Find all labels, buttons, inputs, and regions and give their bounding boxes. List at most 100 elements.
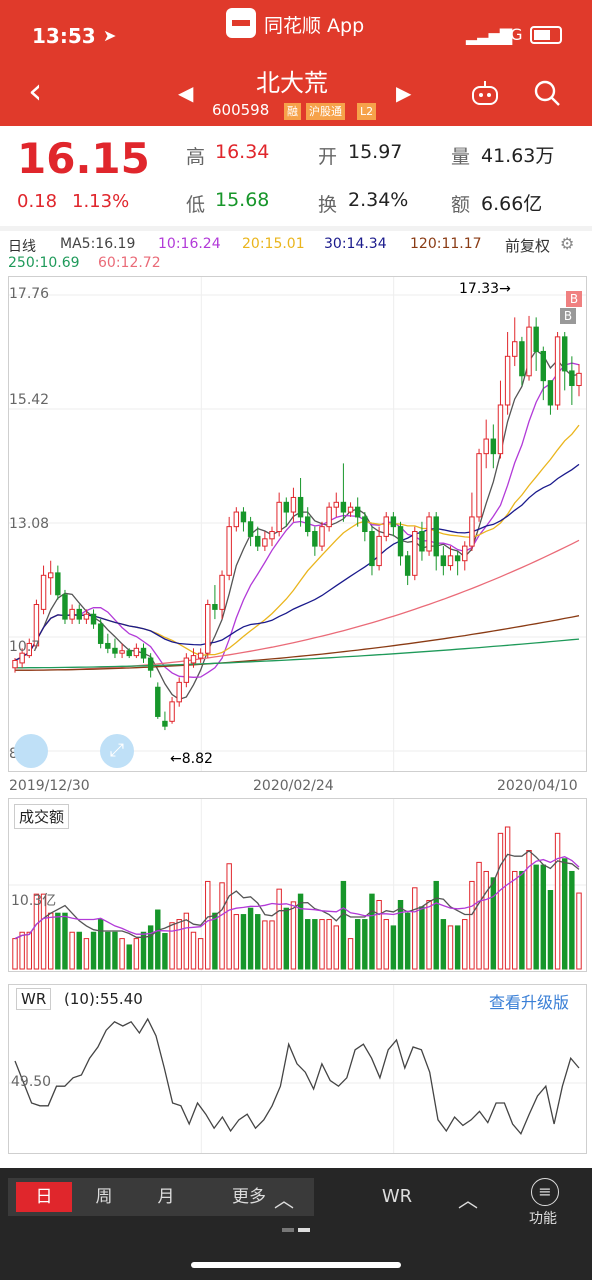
next-stock-icon[interactable]: ▶ [396, 81, 411, 105]
price-change-pct: 1.13% [72, 191, 130, 212]
indicator-chevron-up-icon[interactable]: ︿ [458, 1184, 478, 1213]
battery-icon [530, 26, 562, 44]
search-icon[interactable] [533, 79, 561, 111]
candle-body [269, 531, 275, 540]
low-value: 15.68 [215, 189, 270, 211]
volume-bar [90, 931, 97, 970]
volume-bar [454, 925, 461, 970]
candle-body [576, 372, 582, 387]
volume-bar [390, 925, 397, 970]
upgrade-link[interactable]: 查看升级版 [489, 989, 569, 1013]
candle-body [83, 613, 90, 620]
volume-bar [319, 919, 325, 970]
menu-icon[interactable]: ≡ [531, 1178, 559, 1206]
volume-bar [483, 870, 489, 970]
candle-body [205, 604, 211, 654]
volume-bar [105, 931, 111, 970]
stock-name: 北大荒 [256, 69, 328, 97]
ma5-line [14, 349, 580, 701]
volume-bar [133, 938, 140, 970]
candle-body [112, 647, 118, 654]
candle-body [76, 608, 82, 620]
volume-bar [190, 931, 197, 970]
tag-connect: 沪股通 [306, 103, 345, 120]
wr-y-tick: 49.50 [11, 1074, 52, 1090]
tab-month[interactable]: 月 [140, 1182, 192, 1212]
volume-bar [83, 938, 90, 970]
back-icon[interactable]: ‹ [28, 72, 42, 112]
candle-body [569, 370, 575, 387]
volume-bar [240, 914, 247, 970]
volume-bar [433, 880, 439, 970]
tab-more[interactable]: 更多 [226, 1182, 272, 1212]
volume-bar [554, 832, 561, 970]
candle-body [419, 531, 425, 552]
tab-week[interactable]: 周 [78, 1182, 130, 1212]
candle-body [219, 574, 225, 610]
kline-chart[interactable] [8, 276, 587, 772]
volume-bar [397, 899, 404, 970]
candle-body [433, 516, 439, 557]
tab-day[interactable]: 日 [16, 1182, 72, 1212]
volume-bar [533, 864, 539, 970]
ma60-line [15, 539, 580, 671]
volume-bar [197, 938, 204, 970]
candle-body [190, 655, 197, 664]
settings-gear-icon[interactable]: ⚙ [560, 234, 574, 253]
amount-value: 6.66亿 [481, 193, 543, 215]
candle-body [404, 555, 411, 576]
candle-body [454, 555, 461, 562]
volume-bar [383, 919, 389, 970]
volume-bar [162, 933, 168, 970]
volume-chart[interactable] [8, 798, 587, 972]
candle-body [476, 453, 482, 518]
shrink-icon[interactable] [14, 734, 48, 768]
expand-icon[interactable]: ⤢ [100, 734, 134, 768]
volume-bar [490, 877, 497, 970]
volume-bar [19, 931, 25, 970]
price-change: 0.18 [17, 191, 58, 212]
robot-icon[interactable] [470, 80, 500, 105]
volume-bar [262, 920, 268, 970]
candle-body [383, 516, 389, 537]
candle-body [540, 350, 547, 382]
candle-body [119, 650, 125, 654]
candle-body [326, 506, 332, 528]
candle-body [340, 501, 347, 513]
volume-bar [333, 925, 339, 970]
volume-bar [126, 944, 132, 970]
function-label[interactable]: 功能 [529, 1208, 557, 1228]
amount-label: 额 [451, 194, 471, 216]
candle-body [512, 341, 518, 357]
candle-body [397, 526, 404, 557]
volume-value: 41.63万 [481, 145, 555, 167]
high-label: 高 [186, 146, 206, 168]
prev-stock-icon[interactable]: ◀ [178, 81, 193, 105]
volume-bar [462, 919, 468, 970]
candle-body [197, 652, 204, 659]
volume-bar [290, 901, 297, 970]
candle-body [533, 326, 539, 352]
divider [0, 226, 592, 231]
volume-bar [376, 899, 382, 970]
period-label[interactable]: 日线 [8, 236, 36, 256]
candle-body [483, 438, 489, 455]
candle-body [412, 531, 418, 576]
volume-bar [419, 906, 425, 970]
tab-wr[interactable]: WR [370, 1182, 424, 1212]
volume-bar [205, 880, 211, 970]
candle-body [233, 511, 240, 528]
bottom-toolbar: 日 周 月 更多 ︿ WR ︿ ≡ 功能 [0, 1168, 592, 1280]
volume-bar [12, 938, 18, 970]
adjust-toggle[interactable]: 前复权 [505, 235, 550, 256]
more-chevron-up-icon[interactable]: ︿ [274, 1184, 294, 1213]
candle-body [547, 380, 554, 406]
volume-y-tick: 10.3亿 [11, 893, 57, 909]
candle-body [504, 355, 511, 406]
candle-body [490, 438, 497, 455]
volume-bar [562, 858, 568, 970]
volume-canvas [9, 799, 586, 971]
candle-body [447, 555, 454, 567]
max-price-marker: 17.33→ [459, 281, 511, 297]
page-dot-1 [282, 1228, 294, 1232]
